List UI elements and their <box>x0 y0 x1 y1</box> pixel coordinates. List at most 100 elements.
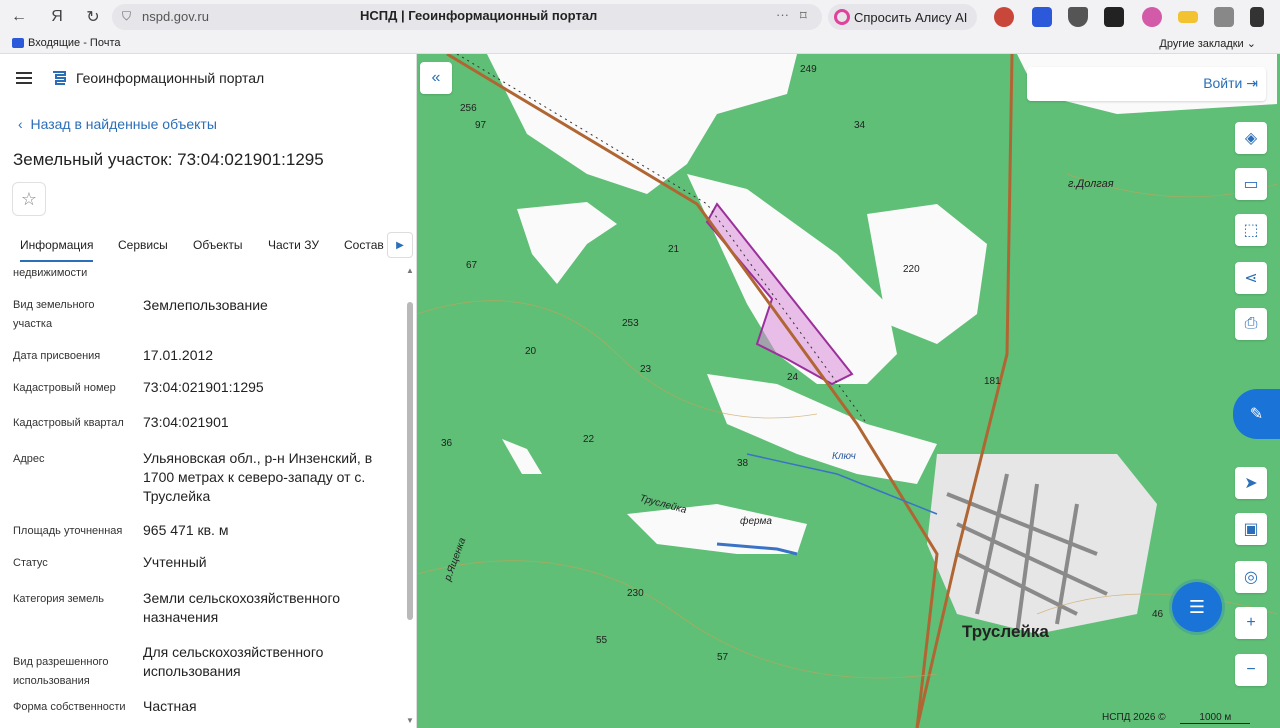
page-title: Земельный участок: 73:04:021901:1295 <box>13 150 324 169</box>
prop-value: Ульяновская обл., р-н Инзенский, в 1700 … <box>143 450 373 504</box>
portal-logo-icon <box>53 71 66 85</box>
scroll-up-icon[interactable]: ▲ <box>406 266 414 275</box>
chevron-down-icon: ⌄ <box>1246 38 1256 50</box>
properties-list: недвижимости Вид земельного участка Земл… <box>0 264 405 728</box>
yandex-icon[interactable]: Я <box>42 2 72 32</box>
menu-icon[interactable] <box>16 72 32 84</box>
extension-icon-5[interactable] <box>1142 7 1162 27</box>
login-button[interactable]: Войти ⇥ <box>1203 75 1258 92</box>
map-place-label: Ключ <box>832 451 856 462</box>
bookmark-mail-label: Входящие - Почта <box>28 37 121 49</box>
bookmark-mail[interactable]: Входящие - Почта <box>12 37 120 49</box>
prop-value: Частная <box>143 698 197 714</box>
print-icon[interactable]: ⎙ <box>1235 308 1267 340</box>
map-number-label: 220 <box>903 264 920 275</box>
back-to-results-link[interactable]: ‹ Назад в найденные объекты <box>18 116 217 132</box>
minimap-icon[interactable]: ▣ <box>1235 513 1267 545</box>
shield-extension-icon[interactable] <box>1068 7 1088 27</box>
more-icon[interactable]: ··· <box>776 7 789 22</box>
browser-toolbar: ← Я ↻ ⛉ nspd.gov.ru НСПД | Геоинформацио… <box>0 0 1280 34</box>
prop-label: Площадь уточненная <box>13 525 123 537</box>
panel-scrollbar[interactable]: ▲ ▼ <box>405 264 415 728</box>
collapse-panel-button[interactable]: « <box>420 62 452 94</box>
map-number-label: 22 <box>583 434 595 445</box>
map-number-label: 38 <box>737 458 749 469</box>
extension-icon-4[interactable] <box>1104 7 1124 27</box>
prop-value: Для сельскохозяйственного использования <box>143 644 324 679</box>
prop-value: Земли сельскохозяйственного назначения <box>143 590 341 625</box>
map-number-label: 253 <box>622 318 639 329</box>
info-tabs: Информация Сервисы Объекты Части ЗУ Сост… <box>0 232 416 262</box>
tab-title: НСПД | Геоинформационный портал <box>360 8 598 23</box>
reload-icon[interactable]: ↻ <box>78 2 108 32</box>
tab-services[interactable]: Сервисы <box>118 238 168 252</box>
scale-bar: 1000 м <box>1180 712 1251 724</box>
favorite-star-icon[interactable]: ☆ <box>12 182 46 216</box>
map-number-label: 256 <box>460 103 477 114</box>
scale-label: 1000 м <box>1199 712 1232 723</box>
alice-icon <box>834 9 850 25</box>
zoom-out-icon[interactable]: − <box>1235 654 1267 686</box>
mail-icon <box>12 38 24 48</box>
select-area-icon[interactable]: ⬚ <box>1235 214 1267 246</box>
share-icon[interactable]: ⋖ <box>1235 262 1267 294</box>
extension-icon-2[interactable] <box>1032 7 1052 27</box>
prop-label: Кадастровый квартал <box>13 417 124 429</box>
map-number-label: 67 <box>466 260 478 271</box>
prop-label: Статус <box>13 557 48 569</box>
other-bookmarks[interactable]: Другие закладки ⌄ <box>1159 37 1256 50</box>
prop-label: Вид разрешенного использования <box>13 656 109 687</box>
tab-information[interactable]: Информация <box>20 238 94 262</box>
zoom-in-icon[interactable]: + <box>1235 607 1267 639</box>
scroll-thumb[interactable] <box>407 302 413 620</box>
login-label: Войти <box>1203 75 1243 91</box>
tab-parts[interactable]: Части ЗУ <box>268 238 319 252</box>
map-number-label: 24 <box>787 372 799 383</box>
prop-label: Адрес <box>13 453 45 465</box>
topographic-map <box>417 54 1280 728</box>
address-bar[interactable]: ⛉ nspd.gov.ru НСПД | Геоинформационный п… <box>112 4 822 30</box>
battery-icon[interactable] <box>1178 11 1198 23</box>
feedback-tab-icon[interactable]: ✎ <box>1233 389 1280 439</box>
url-domain: nspd.gov.ru <box>142 9 209 24</box>
map-number-label: 97 <box>475 120 487 131</box>
map-number-label: 230 <box>627 588 644 599</box>
back-arrow-icon[interactable]: ← <box>4 2 34 32</box>
tab-scroll-right-icon[interactable]: ▶ <box>387 232 413 258</box>
prop-value: 73:04:021901:1295 <box>143 379 264 395</box>
scroll-down-icon[interactable]: ▼ <box>406 716 414 725</box>
back-label: Назад в найденные объекты <box>30 116 217 132</box>
prop-value: Землепользование <box>143 297 268 313</box>
tab-objects[interactable]: Объекты <box>193 238 243 252</box>
alice-label: Спросить Алису AI <box>854 9 968 25</box>
alice-button[interactable]: Спросить Алису AI <box>828 4 978 30</box>
prop-value: Учтенный <box>143 554 207 570</box>
map-place-label: ферма <box>740 516 772 527</box>
login-icon: ⇥ <box>1246 75 1258 91</box>
tab-composition[interactable]: Состав <box>344 238 384 252</box>
object-info-panel: Геоинформационный портал ‹ Назад в найде… <box>0 54 417 728</box>
prop-label: Категория земель <box>13 593 104 605</box>
map-number-label: 55 <box>596 635 608 646</box>
extensions-puzzle-icon[interactable] <box>1214 7 1234 27</box>
map-number-label: 21 <box>668 244 680 255</box>
map-number-label: 23 <box>640 364 652 375</box>
search-location-icon[interactable]: ◎ <box>1235 561 1267 593</box>
truncated-label: недвижимости <box>13 267 88 279</box>
shield-icon: ⛉ <box>122 9 132 23</box>
prop-label: Кадастровый номер <box>13 382 116 394</box>
extension-icon-1[interactable] <box>994 7 1014 27</box>
map-scale: НСПД 2026 © 1000 м <box>1102 712 1251 724</box>
bookmark-icon[interactable]: ⌑ <box>800 8 807 24</box>
map-number-label: 34 <box>854 120 866 131</box>
downloads-icon[interactable] <box>1250 7 1264 27</box>
login-bar: Войти ⇥ <box>1027 67 1266 101</box>
map-place-label: г.Долгая <box>1068 178 1114 190</box>
prop-label: Вид земельного участка <box>13 299 95 330</box>
bookmarks-bar: Входящие - Почта Другие закладки ⌄ <box>0 34 1280 54</box>
chat-icon[interactable]: ☰ <box>1172 582 1222 632</box>
map-canvas[interactable]: 249 256 97 34 г.Долгая 21 220 67 253 20 … <box>417 54 1280 728</box>
ruler-icon[interactable]: ▭ <box>1235 168 1267 200</box>
layers-icon[interactable]: ◈ <box>1235 122 1267 154</box>
geolocation-icon[interactable]: ➤ <box>1235 467 1267 499</box>
